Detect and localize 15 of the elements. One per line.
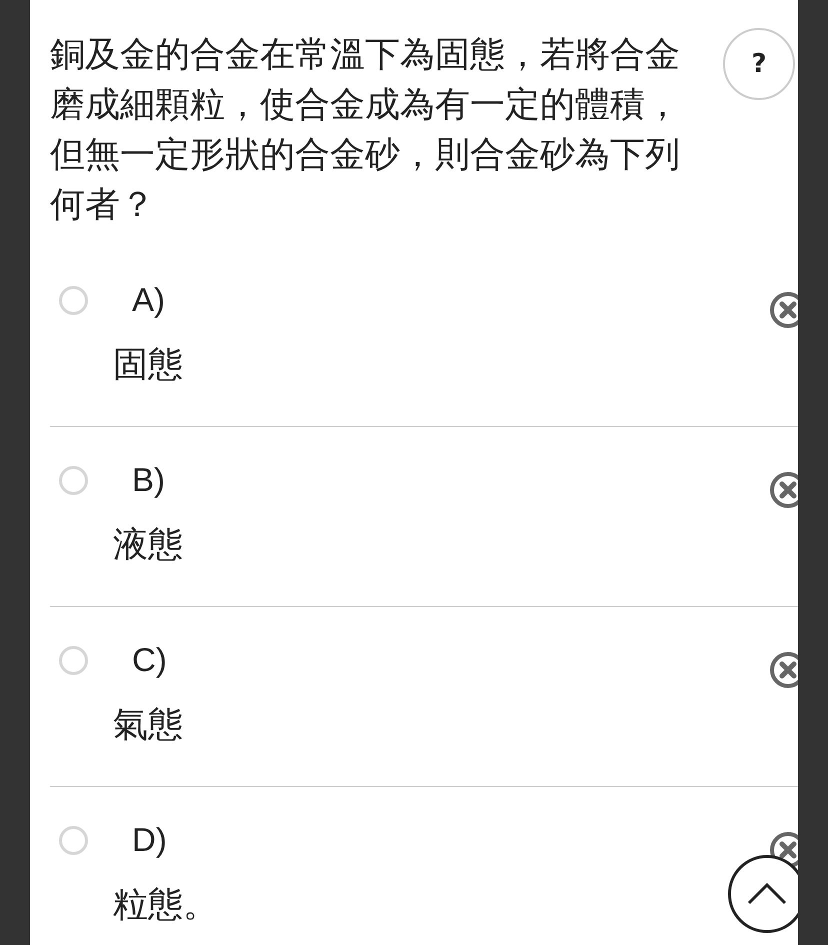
option-letter: B) (132, 461, 165, 499)
option-text: 固態 (113, 345, 183, 385)
question-text: 銅及金的合金在常溫下為固態，若將合金磨成細顆粒，使合金成為有一定的體積，但無一定形狀的合金砂，則合金砂為下列何者？ (50, 34, 681, 227)
option-text: 氣態 (113, 705, 183, 745)
radio-button[interactable] (59, 466, 88, 494)
option-text: 粒態。 (113, 885, 218, 925)
option-letter: A) (132, 281, 165, 319)
option-letter: C) (132, 641, 167, 679)
radio-button[interactable] (59, 286, 88, 314)
radio-button[interactable] (59, 826, 88, 854)
option-text: 液態 (113, 525, 183, 565)
radio-button[interactable] (59, 646, 88, 674)
scroll-top-button[interactable] (728, 855, 798, 935)
option-letter: D) (132, 821, 167, 859)
help-button[interactable]: ? (723, 28, 795, 100)
